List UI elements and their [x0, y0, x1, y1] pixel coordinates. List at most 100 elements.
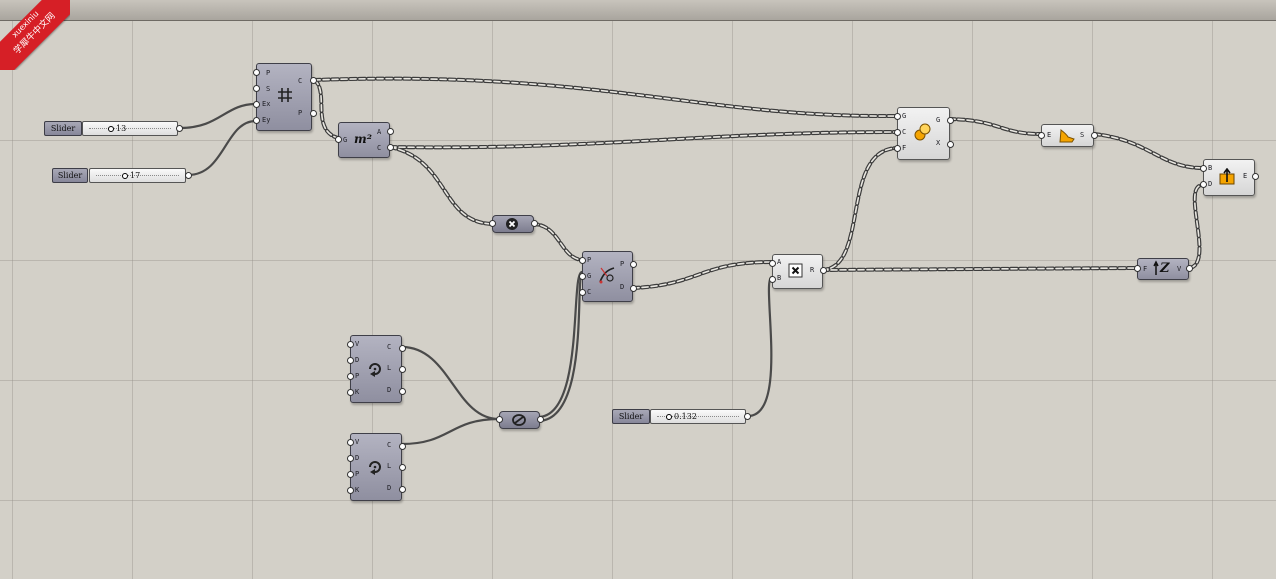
port-k[interactable]	[347, 487, 354, 494]
closest-point-icon	[599, 267, 615, 284]
input-s: S	[266, 85, 271, 93]
port-p-out[interactable]	[630, 261, 637, 268]
scale-component[interactable]: G C F G X	[894, 107, 954, 160]
port-k[interactable]	[347, 389, 354, 396]
surface-component[interactable]: E S	[1038, 124, 1098, 147]
slider-output-port[interactable]	[744, 413, 751, 420]
wires-layer	[178, 76, 1205, 446]
output-l: L	[387, 462, 392, 470]
port-ey[interactable]	[253, 117, 260, 124]
extrude-component[interactable]: B D E	[1200, 159, 1259, 196]
input-ey: Ey	[262, 116, 271, 124]
port-e-out[interactable]	[1252, 173, 1259, 180]
slider-label: Slider	[52, 168, 88, 183]
port-p[interactable]	[253, 69, 260, 76]
port-g[interactable]	[335, 136, 342, 143]
unit-z-component[interactable]: F V Z	[1134, 258, 1193, 280]
port-s-out[interactable]	[1091, 132, 1098, 139]
divide-curve-icon	[369, 363, 381, 377]
output-c: C	[387, 343, 392, 351]
negative-component[interactable]	[489, 215, 538, 233]
port-f[interactable]	[1134, 265, 1141, 272]
port-b[interactable]	[769, 276, 776, 283]
port-out[interactable]	[531, 220, 538, 227]
port-v[interactable]	[347, 341, 354, 348]
port-p-out[interactable]	[310, 110, 317, 117]
merge-icon	[512, 414, 526, 426]
port-p[interactable]	[347, 373, 354, 380]
port-c[interactable]	[894, 129, 901, 136]
slider-13[interactable]: Slider 13	[44, 121, 183, 136]
slider-output-port[interactable]	[176, 125, 183, 132]
input-k: K	[355, 486, 360, 494]
slider-0-132[interactable]: Slider 0.132	[612, 409, 751, 424]
port-out[interactable]	[537, 416, 544, 423]
port-a-out[interactable]	[387, 128, 394, 135]
rectangular-grid-component[interactable]: P S Ex Ey C P	[253, 63, 317, 131]
port-c-out[interactable]	[399, 443, 406, 450]
area-m2-icon: m²	[354, 132, 372, 146]
output-v: V	[1177, 265, 1182, 273]
input-b: B	[777, 274, 782, 282]
port-c[interactable]	[579, 289, 586, 296]
unit-z-icon: Z	[1160, 261, 1170, 276]
port-d[interactable]	[1200, 181, 1207, 188]
port-d-out[interactable]	[399, 388, 406, 395]
slider-knob[interactable]	[122, 173, 128, 179]
output-p: P	[298, 109, 303, 117]
port-g[interactable]	[894, 113, 901, 120]
slider-knob[interactable]	[108, 126, 114, 132]
multiply-component[interactable]: A B R	[769, 254, 827, 289]
port-a[interactable]	[769, 260, 776, 267]
port-v[interactable]	[347, 439, 354, 446]
slider-value: 17	[130, 171, 141, 180]
port-l-out[interactable]	[399, 366, 406, 373]
merge-component[interactable]	[496, 411, 544, 429]
output-c: C	[387, 441, 392, 449]
watermark-badge: xuexiniu 学犀牛中文网	[0, 0, 70, 70]
port-in[interactable]	[489, 220, 496, 227]
port-d-out[interactable]	[630, 285, 637, 292]
output-s: S	[1080, 131, 1085, 139]
port-c-out[interactable]	[399, 345, 406, 352]
port-d-out[interactable]	[399, 486, 406, 493]
port-s[interactable]	[253, 85, 260, 92]
input-c: C	[902, 128, 907, 136]
port-g[interactable]	[579, 273, 586, 280]
port-ex[interactable]	[253, 101, 260, 108]
output-e: E	[1243, 172, 1248, 180]
port-v-out[interactable]	[1186, 265, 1193, 272]
port-c-out[interactable]	[387, 144, 394, 151]
port-r-out[interactable]	[820, 267, 827, 274]
port-x-out[interactable]	[947, 141, 954, 148]
port-d[interactable]	[347, 357, 354, 364]
slider-17[interactable]: Slider 17	[52, 168, 192, 183]
port-d[interactable]	[347, 455, 354, 462]
output-l: L	[387, 364, 392, 372]
slider-track[interactable]: 0.132	[650, 409, 746, 424]
slider-output-port[interactable]	[185, 172, 192, 179]
output-d: D	[387, 386, 392, 394]
port-g-out[interactable]	[947, 117, 954, 124]
slider-track[interactable]: 17	[89, 168, 186, 183]
port-p[interactable]	[347, 471, 354, 478]
output-c: C	[377, 144, 382, 152]
divide-curve-component-1[interactable]: V D P K C L D	[347, 335, 406, 403]
port-in[interactable]	[496, 416, 503, 423]
area-component[interactable]: G A C m²	[335, 122, 394, 158]
port-l-out[interactable]	[399, 464, 406, 471]
slider-knob[interactable]	[666, 414, 672, 420]
input-p: P	[355, 372, 360, 380]
output-x: X	[936, 139, 941, 147]
port-p[interactable]	[579, 257, 586, 264]
input-p: P	[587, 256, 592, 264]
divide-curve-component-2[interactable]: V D P K C L D	[347, 433, 406, 501]
slider-track[interactable]: 13	[82, 121, 178, 136]
port-f[interactable]	[894, 145, 901, 152]
port-c-out[interactable]	[310, 77, 317, 84]
closest-point-component[interactable]: P G C P D	[579, 251, 637, 302]
x-circle-icon	[506, 218, 518, 230]
port-e[interactable]	[1038, 132, 1045, 139]
port-b[interactable]	[1200, 165, 1207, 172]
slider-value: 0.132	[674, 412, 697, 421]
